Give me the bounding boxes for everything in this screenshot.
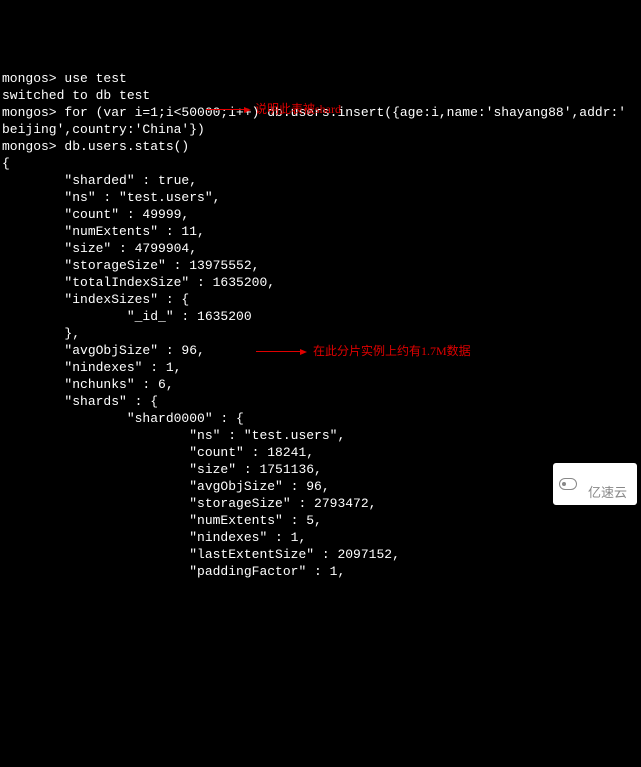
terminal-line: "size" : 1751136, bbox=[2, 461, 641, 478]
terminal-line: "shards" : { bbox=[2, 393, 641, 410]
terminal-line: "numExtents" : 11, bbox=[2, 223, 641, 240]
terminal-line: { bbox=[2, 155, 641, 172]
terminal-line: "totalIndexSize" : 1635200, bbox=[2, 274, 641, 291]
terminal-line: }, bbox=[2, 325, 641, 342]
terminal-line: "ns" : "test.users", bbox=[2, 427, 641, 444]
terminal-line: mongos> db.users.stats() bbox=[2, 138, 641, 155]
terminal-line: "indexSizes" : { bbox=[2, 291, 641, 308]
annotation-shard0000-text: 在此分片实例上约有1.7M数据 bbox=[313, 343, 471, 360]
terminal-line: "count" : 49999, bbox=[2, 206, 641, 223]
terminal-output: mongos> use testswitched to db testmongo… bbox=[2, 70, 641, 580]
terminal-line: "storageSize" : 2793472, bbox=[2, 495, 641, 512]
terminal-line: "ns" : "test.users", bbox=[2, 189, 641, 206]
terminal-line: "nindexes" : 1, bbox=[2, 359, 641, 376]
terminal-line: "numExtents" : 5, bbox=[2, 512, 641, 529]
terminal-line: "nchunks" : 6, bbox=[2, 376, 641, 393]
annotation-sharded-text: 说明此表被shard bbox=[255, 101, 341, 118]
terminal-line: "sharded" : true, bbox=[2, 172, 641, 189]
terminal-line: "lastExtentSize" : 2097152, bbox=[2, 546, 641, 563]
annotation-shard0000: 在此分片实例上约有1.7M数据 bbox=[256, 343, 471, 360]
watermark: 亿速云 bbox=[553, 463, 637, 505]
terminal-line: "storageSize" : 13975552, bbox=[2, 257, 641, 274]
terminal-line: "avgObjSize" : 96, bbox=[2, 478, 641, 495]
terminal-line: "_id_" : 1635200 bbox=[2, 308, 641, 325]
terminal-line: "size" : 4799904, bbox=[2, 240, 641, 257]
terminal-line: "shard0000" : { bbox=[2, 410, 641, 427]
terminal-line: "nindexes" : 1, bbox=[2, 529, 641, 546]
terminal-line: "count" : 18241, bbox=[2, 444, 641, 461]
terminal-line: mongos> use test bbox=[2, 70, 641, 87]
watermark-text: 亿速云 bbox=[588, 485, 627, 500]
annotation-sharded: 说明此表被shard bbox=[206, 101, 341, 118]
terminal-line: "paddingFactor" : 1, bbox=[2, 563, 641, 580]
terminal-line: beijing',country:'China'}) bbox=[2, 121, 641, 138]
